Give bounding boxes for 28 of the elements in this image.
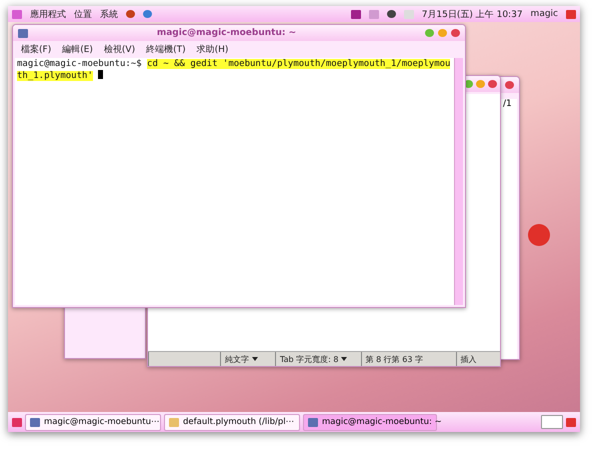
window-title: magic@magic-moebuntu: ~ (156, 28, 298, 38)
taskbar-item[interactable]: magic@magic-moebuntu⋯ (25, 414, 161, 430)
user-menu[interactable]: magic (530, 9, 558, 19)
maximize-icon[interactable] (476, 80, 485, 88)
window-text: /1 (503, 99, 512, 109)
menu-item[interactable]: 終端機(T) (146, 43, 186, 56)
clock[interactable]: 7月15日(五) 上午 10:37 (422, 8, 523, 20)
workspace-icon[interactable] (541, 415, 563, 429)
panel-menu[interactable]: 位置 (74, 8, 92, 20)
maximize-icon[interactable] (438, 29, 447, 37)
status-dropdown[interactable]: Tab 字元寬度: 8 (275, 352, 361, 366)
caret-icon (341, 357, 348, 361)
caret-icon (252, 357, 258, 361)
text-cursor (98, 70, 103, 79)
status-text: 插入 (456, 352, 500, 366)
menu-item[interactable]: 編輯(E) (62, 43, 93, 56)
menu-item[interactable]: 檢視(V) (104, 43, 136, 56)
minimize-icon[interactable] (425, 29, 434, 37)
panel-menu[interactable]: 應用程式 (30, 8, 66, 20)
menu-item[interactable]: 求助(H) (196, 43, 228, 56)
close-icon[interactable] (451, 29, 460, 37)
terminal-text: magic@magic-moebuntu:~$ cd ~ && gedit 'moebuntu/plymouth/moeplymouth_1/moeplymouth_1.plymouth' (16, 58, 452, 83)
status-text: 第 8 行第 63 字 (360, 352, 456, 366)
status-dropdown[interactable]: 純文字 (220, 352, 276, 366)
scrollbar[interactable] (454, 58, 463, 305)
taskbar-item[interactable]: default.plymouth (/lib/pl⋯ (164, 414, 300, 430)
panel-menu[interactable]: 系統 (100, 8, 118, 20)
menu-item[interactable]: 檔案(F) (21, 43, 52, 56)
